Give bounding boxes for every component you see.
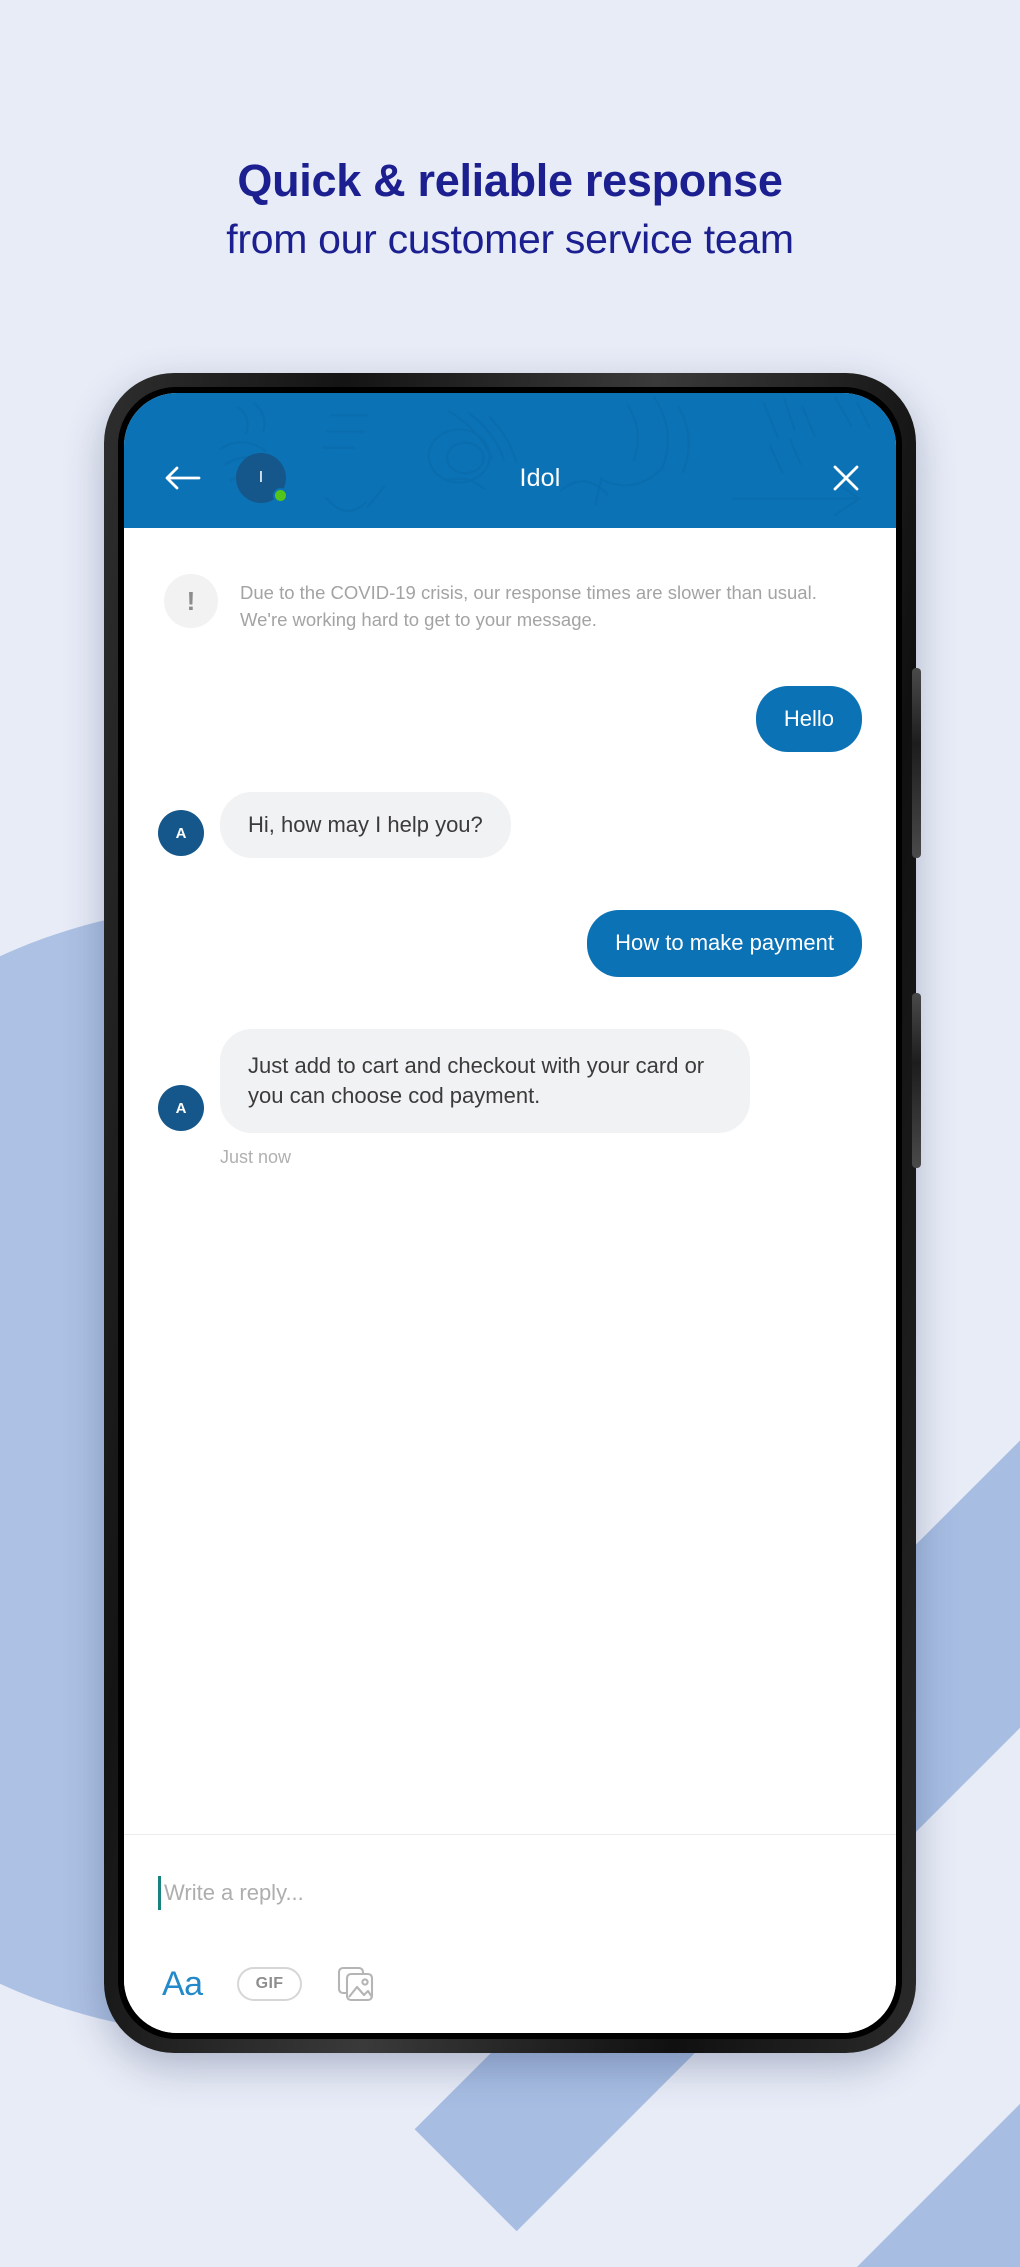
reply-placeholder: Write a reply... [164,1880,304,1905]
contact-avatar[interactable]: I [236,453,288,503]
close-icon[interactable] [824,456,868,500]
headline-line-1: Quick & reliable response [237,155,783,206]
contact-avatar-initial: I [258,469,264,486]
message-bubble[interactable]: Just add to cart and checkout with your … [220,1028,750,1134]
image-gallery-icon[interactable] [336,1965,376,2003]
chat-message-list: ! Due to the COVID-19 crisis, our respon… [124,528,896,1834]
composer-toolbar: Aa GIF [158,1965,862,2003]
text-format-button[interactable]: Aa [162,1967,203,2001]
phone-screen: I Idol ! Due to the COVID-19 crisis, our [124,393,896,2033]
phone-power-button[interactable] [912,993,921,1168]
back-arrow-icon[interactable] [160,455,206,501]
gif-button[interactable]: GIF [236,1967,303,2001]
message-row-outgoing: How to make payment [158,910,862,977]
chat-header-row: I Idol [124,428,896,528]
covid-notice-banner: ! Due to the COVID-19 crisis, our respon… [158,574,862,634]
chat-title: Idol [519,463,561,492]
phone-bezel: I Idol ! Due to the COVID-19 crisis, our [118,387,902,2039]
agent-avatar[interactable]: A [158,1085,204,1132]
phone-mockup: I Idol ! Due to the COVID-19 crisis, our [104,373,921,2053]
covid-notice-text: Due to the COVID-19 crisis, our response… [240,582,817,630]
headline-line-2: from our customer service team [226,215,794,262]
message-timestamp: Just now [220,1147,292,1168]
online-status-dot [273,488,288,503]
message-row-incoming: A Just add to cart and checkout with you… [158,1028,862,1134]
exclamation-icon: ! [164,574,218,628]
message-composer: Write a reply... Aa GIF [124,1834,896,2033]
phone-volume-button[interactable] [912,668,921,858]
agent-avatar[interactable]: A [158,810,204,857]
message-row-incoming: A Hi, how may I help you? [158,791,862,859]
message-bubble[interactable]: Hi, how may I help you? [220,791,511,859]
promo-headline: Quick & reliable response from our custo… [0,155,1020,266]
chat-header: I Idol [124,393,896,528]
message-bubble[interactable]: Hello [755,685,862,752]
text-caret [158,1876,161,1910]
message-bubble[interactable]: How to make payment [587,910,862,977]
reply-input[interactable]: Write a reply... [158,1871,862,1915]
message-row-outgoing: Hello [158,685,862,752]
